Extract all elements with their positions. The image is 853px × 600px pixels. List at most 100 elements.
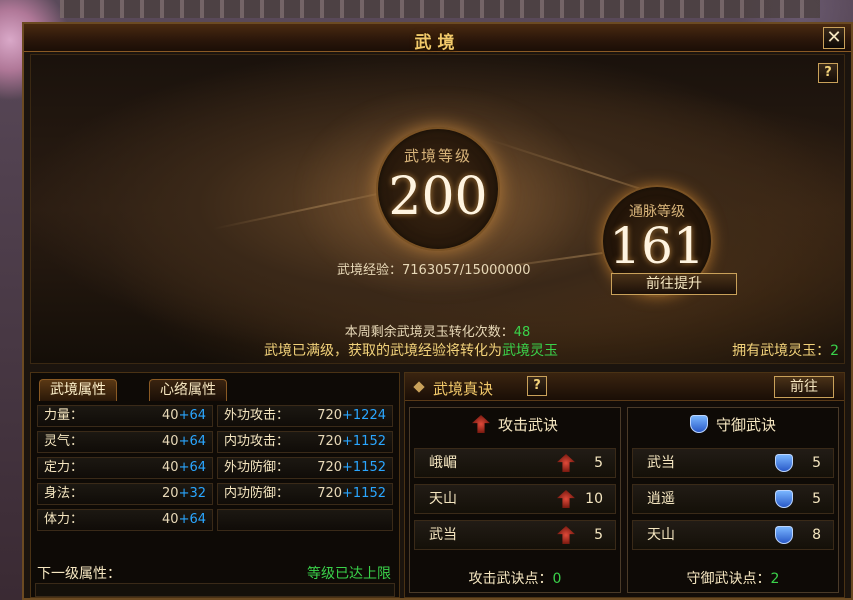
attr-plus: +1152 xyxy=(342,486,386,501)
attr-spirit: 灵气： 40+64 xyxy=(37,431,213,453)
true-art-help-button[interactable]: ? xyxy=(527,376,547,396)
tab-meridian-attributes[interactable]: 心络属性 xyxy=(149,379,227,401)
defense-points-label: 守御武诀点： xyxy=(686,571,771,587)
attack-art-title: 攻击武诀 xyxy=(497,416,558,434)
level-maxed-label: 等级已达上限 xyxy=(307,566,391,582)
attr-external-attack: 外功攻击： 720+1224 xyxy=(217,405,393,427)
true-art-goto-button[interactable]: 前往 xyxy=(774,376,834,398)
attr-strength: 力量： 40+64 xyxy=(37,405,213,427)
attack-art-icon xyxy=(557,490,575,508)
attack-art-header: 攻击武诀 xyxy=(410,414,620,435)
art-help-button[interactable]: ? xyxy=(818,63,838,83)
sect-name: 天山 xyxy=(429,491,457,507)
sect-name: 逍遥 xyxy=(647,491,675,507)
attr-key: 力量： xyxy=(44,408,84,423)
goto-upgrade-button[interactable]: 前往提升 xyxy=(611,273,737,295)
attr-key: 体力： xyxy=(44,512,84,527)
next-level-box xyxy=(35,583,395,597)
art-count: 10 xyxy=(585,491,603,507)
attr-key: 灵气： xyxy=(44,434,84,449)
attack-art-row[interactable]: 武当 5 xyxy=(414,520,616,550)
title-bar[interactable]: 武境 ✕ xyxy=(24,24,851,53)
attr-plus: +64 xyxy=(178,460,206,475)
attr-plus: +64 xyxy=(178,408,206,423)
attr-plus: +64 xyxy=(178,512,206,527)
attr-base: 720 xyxy=(317,408,343,423)
attr-focus: 定力： 40+64 xyxy=(37,457,213,479)
true-art-panel: 武境真诀 ? 前往 攻击武诀 峨嵋 5 天山 10 武当 5 攻击武诀点：0 守… xyxy=(404,372,845,598)
attr-plus: +1224 xyxy=(342,408,386,423)
attr-base: 720 xyxy=(317,434,343,449)
true-art-header: 武境真诀 ? 前往 xyxy=(405,373,844,401)
art-count: 8 xyxy=(812,527,821,543)
realm-level-label: 武境等级 xyxy=(403,147,472,165)
defense-art-points: 守御武诀点：2 xyxy=(628,568,838,588)
attack-art-icon xyxy=(471,415,490,433)
close-button[interactable]: ✕ xyxy=(823,27,845,49)
attr-base: 40 xyxy=(162,512,179,527)
attr-external-defense: 外功防御： 720+1152 xyxy=(217,457,393,479)
attr-base: 40 xyxy=(162,460,179,475)
owned-jade: 拥有武境灵玉：2 xyxy=(732,340,839,360)
meridian-level-value: 161 xyxy=(609,217,705,275)
attack-art-column: 攻击武诀 峨嵋 5 天山 10 武当 5 攻击武诀点：0 xyxy=(409,407,621,593)
art-count: 5 xyxy=(812,455,821,471)
sect-name: 天山 xyxy=(647,527,675,543)
attack-art-icon xyxy=(557,454,575,472)
attr-key: 外功攻击： xyxy=(224,408,290,423)
background-railing xyxy=(60,0,820,18)
weekly-conversion-label: 本周剩余武境灵玉转化次数： xyxy=(344,325,514,340)
attr-empty-slot xyxy=(217,509,393,531)
attack-art-icon xyxy=(557,526,575,544)
close-icon: ✕ xyxy=(826,27,842,48)
art-count: 5 xyxy=(594,527,603,543)
max-level-notice: 武境已满级，获取的武境经验将转化为武境灵玉 xyxy=(264,340,558,360)
defense-art-row[interactable]: 天山 8 xyxy=(632,520,834,550)
attack-art-points: 攻击武诀点：0 xyxy=(410,568,620,588)
owned-jade-value: 2 xyxy=(830,343,839,359)
shield-icon xyxy=(775,490,793,508)
realm-level-medallion: 武境等级 200 xyxy=(376,127,500,251)
attack-art-row[interactable]: 峨嵋 5 xyxy=(414,448,616,478)
wujing-window: 武境 ✕ ? 武境等级 200 通脉等级 161 武境经验：7163057/15… xyxy=(22,22,853,600)
attack-points-label: 攻击武诀点： xyxy=(468,571,553,587)
weekly-conversion: 本周剩余武境灵玉转化次数：48 xyxy=(31,321,844,340)
attr-stamina: 体力： 40+64 xyxy=(37,509,213,531)
sect-name: 武当 xyxy=(429,527,457,543)
attr-base: 720 xyxy=(317,460,343,475)
realm-exp-value: 7163057/15000000 xyxy=(402,263,531,278)
shield-icon xyxy=(775,454,793,472)
attr-base: 40 xyxy=(162,434,179,449)
attack-art-row[interactable]: 天山 10 xyxy=(414,484,616,514)
attr-plus: +64 xyxy=(178,434,206,449)
attr-key: 内功防御： xyxy=(224,486,290,501)
realm-art-panel: ? 武境等级 200 通脉等级 161 武境经验：7163057/1500000… xyxy=(30,54,845,364)
attr-key: 外功防御： xyxy=(224,460,290,475)
attr-key: 定力： xyxy=(44,460,84,475)
notice-text: 武境已满级，获取的武境经验将转化为 xyxy=(264,343,502,359)
next-level-label: 下一级属性： xyxy=(37,566,121,582)
attr-internal-defense: 内功防御： 720+1152 xyxy=(217,483,393,505)
shield-icon xyxy=(775,526,793,544)
help-icon: ? xyxy=(824,65,832,80)
attr-base: 20 xyxy=(162,486,179,501)
attr-key: 内功攻击： xyxy=(224,434,290,449)
attr-plus: +1152 xyxy=(342,460,386,475)
defense-art-row[interactable]: 武当 5 xyxy=(632,448,834,478)
attr-plus: +1152 xyxy=(342,434,386,449)
sect-name: 峨嵋 xyxy=(429,455,457,471)
realm-level-value: 200 xyxy=(388,167,488,227)
defense-art-column: 守御武诀 武当 5 逍遥 5 天山 8 守御武诀点：2 xyxy=(627,407,839,593)
weekly-conversion-value: 48 xyxy=(513,325,531,340)
defense-art-title: 守御武诀 xyxy=(715,416,776,434)
attributes-panel: 武境属性 心络属性 力量： 40+64 灵气： 40+64 定力： 40+64 … xyxy=(30,372,400,598)
attr-key: 身法： xyxy=(44,486,84,501)
defense-art-header: 守御武诀 xyxy=(628,414,838,435)
tab-realm-attributes[interactable]: 武境属性 xyxy=(39,379,117,401)
notice-highlight: 武境灵玉 xyxy=(502,343,558,359)
defense-points-value: 2 xyxy=(770,571,780,587)
sect-name: 武当 xyxy=(647,455,675,471)
attr-base: 40 xyxy=(162,408,179,423)
defense-art-row[interactable]: 逍遥 5 xyxy=(632,484,834,514)
attack-points-value: 0 xyxy=(552,571,562,587)
